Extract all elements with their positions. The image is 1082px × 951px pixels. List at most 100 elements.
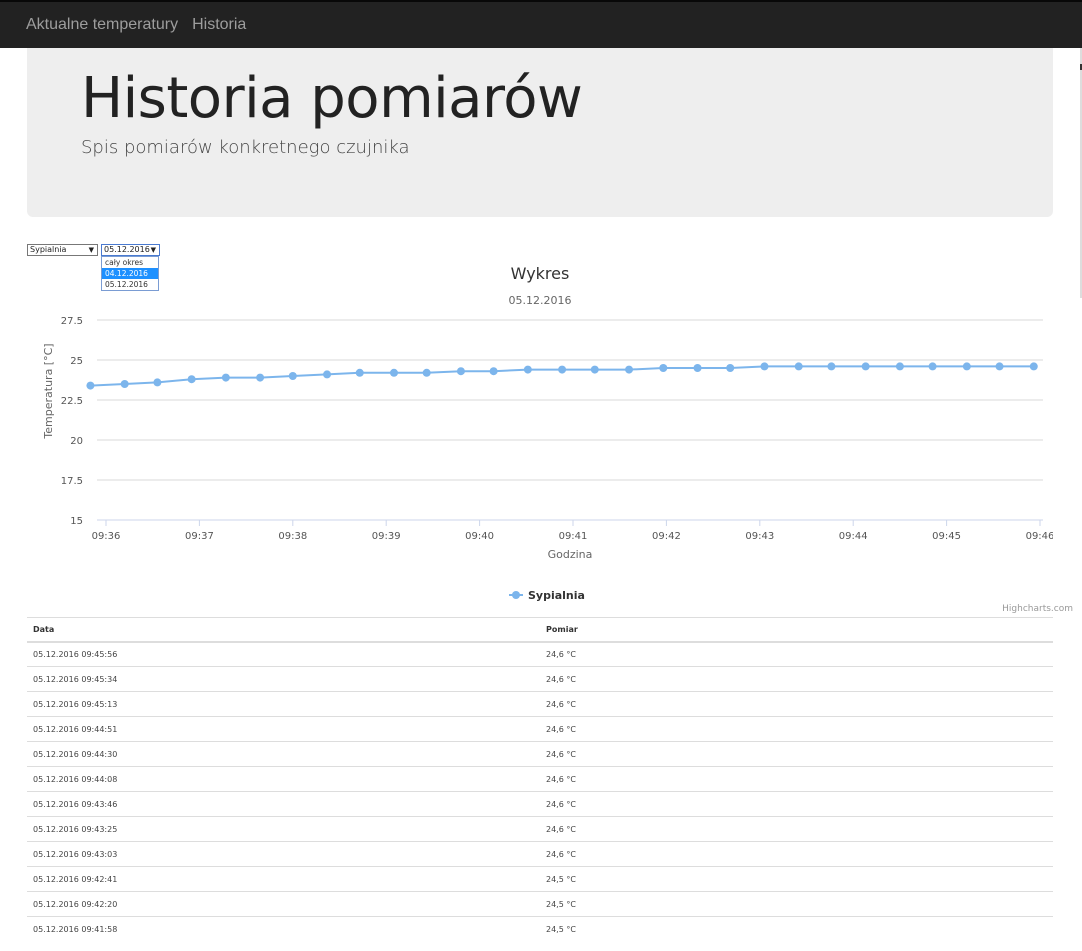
dropdown-arrow-icon: ▼ — [88, 246, 94, 254]
data-point[interactable] — [456, 367, 465, 376]
page-title: Historia pomiarów — [81, 66, 583, 131]
cell-measurement: 24,5 °C — [540, 866, 1053, 892]
data-point[interactable] — [693, 364, 702, 372]
y-tick-label: 15 — [70, 516, 83, 527]
cell-date: 05.12.2016 09:43:25 — [27, 816, 540, 842]
y-tick-label: 20 — [70, 436, 83, 447]
data-point[interactable] — [861, 362, 870, 371]
cell-date: 05.12.2016 09:45:34 — [27, 666, 540, 692]
chart-legend[interactable]: Sypialnia — [509, 589, 585, 602]
data-point[interactable] — [221, 373, 230, 382]
x-tick-label: 09:36 — [92, 531, 121, 542]
y-tick-label: 17.5 — [61, 476, 83, 487]
cell-date: 05.12.2016 09:44:51 — [27, 716, 540, 742]
table-row: 05.12.2016 09:44:30 24,6 °C — [27, 741, 1053, 767]
data-point[interactable] — [760, 362, 769, 371]
data-point[interactable] — [355, 368, 364, 377]
data-point[interactable] — [86, 381, 95, 390]
data-point[interactable] — [827, 362, 836, 371]
table-row: 05.12.2016 09:42:41 24,5 °C — [27, 866, 1053, 892]
data-point[interactable] — [625, 365, 634, 374]
data-point[interactable] — [558, 365, 567, 374]
nav-link-history[interactable]: Historia — [192, 16, 246, 34]
cell-date: 05.12.2016 09:45:13 — [27, 691, 540, 717]
table-row: 05.12.2016 09:44:08 24,6 °C — [27, 766, 1053, 792]
cell-date: 05.12.2016 09:42:20 — [27, 891, 540, 917]
cell-measurement: 24,6 °C — [540, 816, 1053, 842]
cell-measurement: 24,6 °C — [540, 766, 1053, 792]
page-subtitle: Spis pomiarów konkretnego czujnika — [81, 137, 410, 158]
data-point[interactable] — [794, 362, 803, 371]
cell-measurement: 24,6 °C — [540, 741, 1053, 767]
column-header-date: Data — [27, 617, 540, 643]
data-point[interactable] — [120, 380, 129, 388]
x-axis-label: Godzina — [548, 548, 593, 561]
data-point[interactable] — [1029, 362, 1038, 371]
data-point[interactable] — [422, 368, 431, 377]
highcharts-credits[interactable]: Highcharts.com — [1002, 604, 1073, 614]
chart-subtitle: 05.12.2016 — [509, 294, 572, 307]
y-tick-label: 22.5 — [61, 396, 83, 407]
chart-title: Wykres — [511, 264, 570, 283]
cell-date: 05.12.2016 09:41:58 — [27, 916, 540, 942]
x-tick-label: 09:45 — [932, 531, 961, 542]
column-header-measurement: Pomiar — [540, 617, 1053, 643]
x-tick-label: 09:41 — [559, 531, 588, 542]
x-tick-label: 09:38 — [278, 531, 307, 542]
data-point[interactable] — [288, 372, 297, 380]
data-point[interactable] — [895, 362, 904, 371]
data-point[interactable] — [256, 373, 265, 382]
table-row: 05.12.2016 09:45:56 24,6 °C — [27, 641, 1053, 667]
data-point[interactable] — [590, 365, 599, 374]
chart-series — [86, 362, 1038, 390]
navbar: Aktualne temperatury Historia — [0, 0, 1082, 48]
data-point[interactable] — [187, 375, 196, 384]
data-point[interactable] — [726, 364, 735, 372]
table-row: 05.12.2016 09:43:46 24,6 °C — [27, 791, 1053, 817]
x-tick-label: 09:43 — [745, 531, 774, 542]
x-tick-label: 09:40 — [465, 531, 494, 542]
sensor-select-value: Sypialnia — [30, 245, 67, 254]
table-header-row: Data Pomiar — [27, 617, 1053, 643]
data-point[interactable] — [523, 365, 532, 374]
date-select[interactable]: 05.12.2016 ▼ — [101, 244, 160, 256]
table-body: 05.12.2016 09:45:56 24,6 °C 05.12.2016 09:… — [27, 641, 1053, 942]
measurements-table: Data Pomiar 05.12.2016 09:45:56 24,6 °C 05… — [27, 617, 1053, 942]
legend-label[interactable]: Sypialnia — [528, 589, 585, 602]
table-row: 05.12.2016 09:45:13 24,6 °C — [27, 691, 1053, 717]
data-point[interactable] — [489, 367, 498, 376]
nav-link-current-temperatures[interactable]: Aktualne temperatury — [26, 16, 178, 34]
table-row: 05.12.2016 09:45:34 24,6 °C — [27, 666, 1053, 692]
cell-date: 05.12.2016 09:43:03 — [27, 841, 540, 867]
x-tick-label: 09:37 — [185, 531, 214, 542]
cell-date: 05.12.2016 09:44:30 — [27, 741, 540, 767]
x-tick-label: 09:44 — [839, 531, 868, 542]
jumbotron: Historia pomiarów Spis pomiarów konkretn… — [27, 48, 1053, 217]
table-row: 05.12.2016 09:43:25 24,6 °C — [27, 816, 1053, 842]
data-point[interactable] — [962, 362, 971, 371]
cell-measurement: 24,6 °C — [540, 791, 1053, 817]
cell-date: 05.12.2016 09:42:41 — [27, 866, 540, 892]
data-point[interactable] — [323, 370, 332, 379]
legend-marker-icon — [512, 591, 520, 599]
cell-date: 05.12.2016 09:45:56 — [27, 641, 540, 667]
cell-measurement: 24,6 °C — [540, 841, 1053, 867]
y-tick-label: 27.5 — [61, 316, 83, 327]
cell-measurement: 24,6 °C — [540, 666, 1053, 692]
data-point[interactable] — [153, 378, 162, 387]
y-axis-ticks: 15 17.5 20 22.5 25 27.5 — [61, 316, 83, 527]
dropdown-arrow-icon: ▼ — [150, 246, 156, 254]
date-select-value: 05.12.2016 — [104, 245, 150, 254]
temperature-chart: Wykres 05.12.2016 15 17.5 20 22.5 25 27.5 09:… — [27, 258, 1053, 618]
table-row: 05.12.2016 09:42:20 24,5 °C — [27, 891, 1053, 917]
chart-grid — [97, 319, 1043, 521]
sensor-select[interactable]: Sypialnia ▼ — [27, 244, 98, 256]
cell-measurement: 24,6 °C — [540, 641, 1053, 667]
y-tick-label: 25 — [70, 356, 83, 367]
data-point[interactable] — [659, 364, 668, 372]
cell-date: 05.12.2016 09:44:08 — [27, 766, 540, 792]
x-tick-label: 09:39 — [372, 531, 401, 542]
data-point[interactable] — [389, 368, 398, 377]
data-point[interactable] — [928, 362, 937, 371]
data-point[interactable] — [995, 362, 1004, 371]
